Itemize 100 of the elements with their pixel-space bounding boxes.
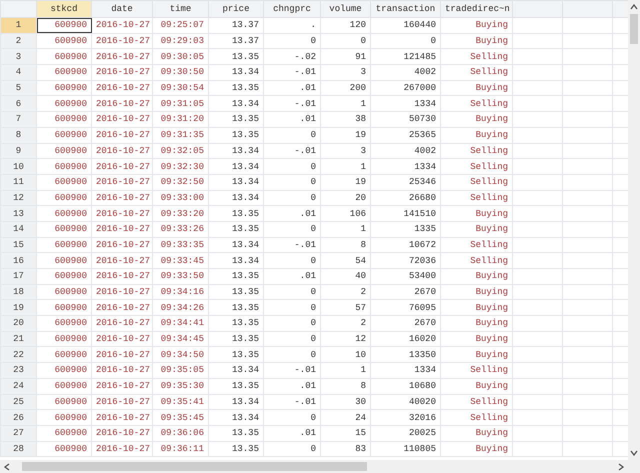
column-header[interactable]: date [92, 0, 152, 18]
table-cell[interactable]: Buying [440, 18, 512, 34]
table-cell[interactable]: 09:35:30 [152, 378, 208, 394]
scroll-thumb[interactable] [22, 462, 367, 471]
row-header[interactable]: 22 [0, 346, 36, 363]
table-cell[interactable]: .01 [264, 425, 320, 442]
table-cell[interactable]: 0 [320, 33, 370, 49]
table-cell[interactable]: .01 [264, 80, 320, 96]
row-header[interactable]: 6 [0, 96, 36, 112]
table-cell[interactable]: 09:30:50 [152, 64, 208, 80]
table-cell[interactable]: Buying [440, 284, 512, 300]
table-cell[interactable]: 76095 [370, 300, 440, 316]
table-cell[interactable]: 13.35 [208, 316, 264, 332]
table-cell[interactable]: 2016-10-27 [92, 237, 152, 253]
table-cell[interactable]: 2016-10-27 [92, 331, 152, 347]
table-cell[interactable]: 20 [320, 190, 370, 206]
table-cell[interactable]: Selling [440, 174, 512, 190]
table-cell[interactable]: Selling [440, 158, 512, 174]
table-cell[interactable]: 600900 [36, 33, 92, 49]
table-cell[interactable]: 2016-10-27 [92, 221, 152, 238]
table-cell[interactable]: 3 [320, 64, 370, 80]
row-header[interactable]: 8 [0, 127, 36, 143]
table-cell[interactable]: 13.37 [208, 33, 264, 49]
column-header[interactable]: time [152, 0, 208, 18]
table-cell[interactable]: 160440 [370, 18, 440, 34]
table-cell[interactable]: 13.35 [208, 206, 264, 222]
row-header[interactable]: 18 [0, 284, 36, 300]
table-cell[interactable]: 600900 [36, 80, 92, 96]
table-cell[interactable]: 09:29:03 [152, 33, 208, 49]
table-cell[interactable]: 600900 [36, 410, 92, 426]
row-header[interactable]: 1 [0, 18, 36, 34]
table-cell[interactable]: 13.35 [208, 48, 264, 65]
table-cell[interactable]: . [264, 18, 320, 34]
table-cell[interactable]: 2016-10-27 [92, 127, 152, 143]
column-header[interactable]: stkcd [36, 0, 92, 18]
table-cell[interactable]: 600900 [36, 221, 92, 238]
table-cell[interactable]: 13.35 [208, 378, 264, 394]
table-cell[interactable]: 09:36:06 [152, 425, 208, 442]
table-cell[interactable]: 13.35 [208, 300, 264, 316]
table-cell[interactable]: 13.34 [208, 64, 264, 80]
table-cell[interactable]: Buying [440, 331, 512, 347]
table-cell[interactable]: 600900 [36, 268, 92, 284]
row-header[interactable]: 20 [0, 316, 36, 332]
table-cell[interactable]: 09:30:54 [152, 80, 208, 96]
table-cell[interactable]: 40020 [370, 394, 440, 410]
table-cell[interactable]: 2016-10-27 [92, 143, 152, 159]
table-cell[interactable]: 09:32:30 [152, 158, 208, 174]
table-cell[interactable]: 4002 [370, 64, 440, 80]
table-cell[interactable]: 13.34 [208, 394, 264, 410]
table-cell[interactable]: Selling [440, 190, 512, 206]
table-cell[interactable]: 13.34 [208, 190, 264, 206]
table-cell[interactable]: 09:34:41 [152, 316, 208, 332]
scroll-left-icon[interactable] [4, 462, 10, 470]
row-header[interactable]: 28 [0, 441, 36, 457]
row-header[interactable]: 26 [0, 410, 36, 426]
table-cell[interactable]: 600900 [36, 64, 92, 80]
table-cell[interactable]: .01 [264, 268, 320, 284]
table-cell[interactable]: -.01 [264, 237, 320, 253]
table-cell[interactable]: 2016-10-27 [92, 346, 152, 363]
table-cell[interactable]: 600900 [36, 362, 92, 378]
row-header[interactable]: 21 [0, 331, 36, 347]
table-cell[interactable]: 600900 [36, 96, 92, 112]
table-cell[interactable]: 09:25:07 [152, 18, 208, 34]
table-cell[interactable]: Selling [440, 252, 512, 268]
table-cell[interactable]: Buying [440, 316, 512, 332]
table-cell[interactable]: 25365 [370, 127, 440, 143]
row-header[interactable]: 16 [0, 252, 36, 268]
table-cell[interactable]: 2016-10-27 [92, 18, 152, 34]
table-cell[interactable]: 1 [320, 221, 370, 238]
table-cell[interactable]: 09:34:50 [152, 346, 208, 363]
scroll-up-icon[interactable] [630, 4, 638, 10]
scroll-right-icon[interactable] [618, 462, 624, 470]
horizontal-scrollbar[interactable] [0, 460, 640, 473]
table-cell[interactable]: Selling [440, 64, 512, 80]
table-cell[interactable]: 1 [320, 96, 370, 112]
table-cell[interactable]: 09:35:45 [152, 410, 208, 426]
table-cell[interactable]: 2016-10-27 [92, 410, 152, 426]
table-cell[interactable]: .01 [264, 112, 320, 128]
table-cell[interactable]: 57 [320, 300, 370, 316]
table-cell[interactable]: 0 [264, 316, 320, 332]
table-cell[interactable]: -.01 [264, 143, 320, 159]
table-cell[interactable]: 10680 [370, 378, 440, 394]
table-cell[interactable]: Selling [440, 96, 512, 112]
table-cell[interactable]: 2016-10-27 [92, 33, 152, 49]
table-cell[interactable]: 2016-10-27 [92, 441, 152, 457]
table-cell[interactable]: 1334 [370, 362, 440, 378]
row-header[interactable]: 9 [0, 143, 36, 159]
table-cell[interactable]: 09:35:05 [152, 362, 208, 378]
column-header[interactable]: transaction [370, 0, 440, 18]
table-cell[interactable]: 600900 [36, 48, 92, 65]
table-cell[interactable]: 13.34 [208, 410, 264, 426]
table-cell[interactable]: 09:31:20 [152, 112, 208, 128]
table-cell[interactable]: 1 [320, 362, 370, 378]
table-cell[interactable]: Buying [440, 268, 512, 284]
table-cell[interactable]: 13.34 [208, 174, 264, 190]
table-cell[interactable]: 0 [264, 300, 320, 316]
table-cell[interactable]: 600900 [36, 441, 92, 457]
table-cell[interactable]: 600900 [36, 346, 92, 363]
table-cell[interactable]: .01 [264, 378, 320, 394]
row-header[interactable]: 10 [0, 158, 36, 174]
